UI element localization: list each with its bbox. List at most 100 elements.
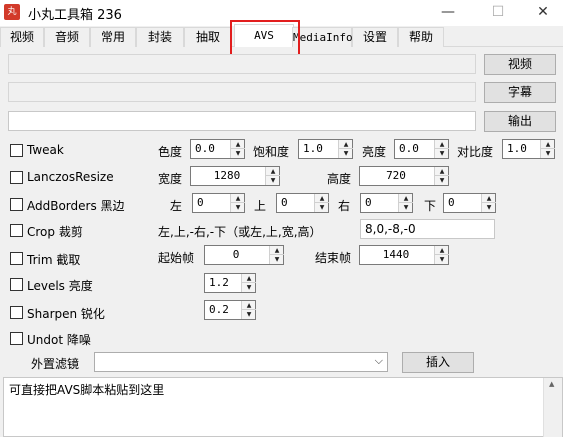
hue-arrows[interactable]: ▲ ▼	[230, 140, 245, 158]
output-button[interactable]: 输出	[484, 111, 556, 132]
avs-script-textarea[interactable]: 可直接把AVS脚本粘贴到这里	[3, 377, 563, 437]
down-arrow-icon[interactable]: ▼	[270, 255, 284, 264]
video-path-field[interactable]	[8, 54, 476, 74]
up-arrow-icon[interactable]: ▲	[435, 246, 449, 255]
maximize-button[interactable]: ☐	[475, 0, 521, 26]
down-arrow-icon[interactable]: ▼	[541, 149, 555, 158]
textarea-scrollbar[interactable]: ▲	[543, 378, 562, 437]
tab-audio[interactable]: 音频	[44, 27, 90, 47]
crop-checkbox[interactable]	[10, 224, 23, 237]
width-arrows[interactable]: ▲ ▼	[265, 167, 280, 185]
crop-values-text: 8,0,-8,-0	[365, 222, 416, 236]
down-arrow-icon[interactable]: ▼	[231, 149, 245, 158]
hue-spinner[interactable]: 0.0 ▲ ▼	[190, 139, 245, 159]
up-arrow-icon[interactable]: ▲	[231, 194, 245, 203]
tab-video[interactable]: 视频	[0, 27, 44, 47]
height-label: 高度	[327, 172, 352, 186]
down-arrow-icon[interactable]: ▼	[435, 176, 449, 185]
border-top-arrows[interactable]: ▲ ▼	[314, 194, 329, 212]
up-arrow-icon[interactable]: ▲	[270, 246, 284, 255]
contrast-arrows[interactable]: ▲ ▼	[540, 140, 555, 158]
up-arrow-icon[interactable]: ▲	[315, 194, 329, 203]
levels-checkbox[interactable]	[10, 278, 23, 291]
subtitle-path-field[interactable]	[8, 82, 476, 102]
external-filter-dropdown[interactable]: ⌵	[94, 352, 388, 372]
height-spinner[interactable]: 720 ▲ ▼	[359, 166, 449, 186]
video-button[interactable]: 视频	[484, 54, 556, 75]
contrast-spinner[interactable]: 1.0 ▲ ▼	[502, 139, 555, 159]
width-spinner[interactable]: 1280 ▲ ▼	[190, 166, 280, 186]
border-left-value: 0	[197, 196, 204, 209]
tab-mediainfo[interactable]: MediaInfo	[292, 27, 353, 47]
addborders-checkbox[interactable]	[10, 198, 23, 211]
resize-label: LanczosResize	[27, 170, 114, 184]
minimize-button[interactable]: —	[425, 0, 471, 26]
border-right-label: 右	[338, 199, 351, 213]
start-frame-spinner[interactable]: 0 ▲ ▼	[204, 245, 284, 265]
sharpen-spinner[interactable]: 0.2 ▲ ▼	[204, 300, 256, 320]
brightness-spinner[interactable]: 0.0 ▲ ▼	[394, 139, 449, 159]
undot-checkbox[interactable]	[10, 332, 23, 345]
end-frame-spinner[interactable]: 1440 ▲ ▼	[359, 245, 449, 265]
sharpen-checkbox[interactable]	[10, 306, 23, 319]
down-arrow-icon[interactable]: ▼	[435, 255, 449, 264]
down-arrow-icon[interactable]: ▼	[339, 149, 353, 158]
border-left-arrows[interactable]: ▲ ▼	[230, 194, 245, 212]
tweak-checkbox[interactable]	[10, 144, 23, 157]
hue-value: 0.0	[195, 142, 215, 155]
saturation-spinner[interactable]: 1.0 ▲ ▼	[298, 139, 353, 159]
tab-common[interactable]: 常用	[90, 27, 136, 47]
tab-settings[interactable]: 设置	[352, 27, 398, 47]
border-right-arrows[interactable]: ▲ ▼	[398, 194, 413, 212]
border-left-spinner[interactable]: 0 ▲ ▼	[192, 193, 245, 213]
levels-spinner[interactable]: 1.2 ▲ ▼	[204, 273, 256, 293]
saturation-arrows[interactable]: ▲ ▼	[338, 140, 353, 158]
border-right-spinner[interactable]: 0 ▲ ▼	[360, 193, 413, 213]
down-arrow-icon[interactable]: ▼	[242, 310, 256, 319]
end-frame-value: 1440	[382, 248, 410, 261]
insert-button[interactable]: 插入	[402, 352, 474, 373]
tab-extract[interactable]: 抽取	[184, 27, 232, 47]
down-arrow-icon[interactable]: ▼	[399, 203, 413, 212]
down-arrow-icon[interactable]: ▼	[482, 203, 496, 212]
up-arrow-icon[interactable]: ▲	[541, 140, 555, 149]
start-frame-arrows[interactable]: ▲ ▼	[269, 246, 284, 264]
border-top-spinner[interactable]: 0 ▲ ▼	[276, 193, 329, 213]
external-filter-label: 外置滤镜	[31, 357, 80, 371]
up-arrow-icon[interactable]: ▲	[482, 194, 496, 203]
up-arrow-icon[interactable]: ▲	[435, 167, 449, 176]
scroll-up-icon[interactable]: ▲	[549, 380, 554, 388]
brightness-label: 亮度	[362, 145, 387, 159]
up-arrow-icon[interactable]: ▲	[242, 274, 256, 283]
border-bottom-spinner[interactable]: 0 ▲ ▼	[443, 193, 496, 213]
up-arrow-icon[interactable]: ▲	[399, 194, 413, 203]
up-arrow-icon[interactable]: ▲	[266, 167, 280, 176]
up-arrow-icon[interactable]: ▲	[435, 140, 449, 149]
down-arrow-icon[interactable]: ▼	[231, 203, 245, 212]
tab-mux[interactable]: 封装	[136, 27, 184, 47]
crop-values-field[interactable]: 8,0,-8,-0	[360, 219, 495, 239]
down-arrow-icon[interactable]: ▼	[266, 176, 280, 185]
down-arrow-icon[interactable]: ▼	[242, 283, 256, 292]
up-arrow-icon[interactable]: ▲	[242, 301, 256, 310]
levels-value: 1.2	[209, 276, 229, 289]
chevron-down-icon[interactable]: ⌵	[375, 354, 383, 368]
end-frame-arrows[interactable]: ▲ ▼	[434, 246, 449, 264]
close-button[interactable]: ✕	[520, 0, 563, 26]
output-path-field[interactable]	[8, 111, 476, 131]
down-arrow-icon[interactable]: ▼	[435, 149, 449, 158]
height-arrows[interactable]: ▲ ▼	[434, 167, 449, 185]
tab-help[interactable]: 帮助	[398, 27, 444, 47]
resize-checkbox[interactable]	[10, 171, 23, 184]
tweak-label: Tweak	[27, 143, 64, 157]
subtitle-button[interactable]: 字幕	[484, 82, 556, 103]
up-arrow-icon[interactable]: ▲	[339, 140, 353, 149]
trim-checkbox[interactable]	[10, 252, 23, 265]
sharpen-arrows[interactable]: ▲ ▼	[241, 301, 256, 319]
levels-arrows[interactable]: ▲ ▼	[241, 274, 256, 292]
border-right-value: 0	[365, 196, 372, 209]
brightness-arrows[interactable]: ▲ ▼	[434, 140, 449, 158]
up-arrow-icon[interactable]: ▲	[231, 140, 245, 149]
border-bottom-arrows[interactable]: ▲ ▼	[481, 194, 496, 212]
down-arrow-icon[interactable]: ▼	[315, 203, 329, 212]
